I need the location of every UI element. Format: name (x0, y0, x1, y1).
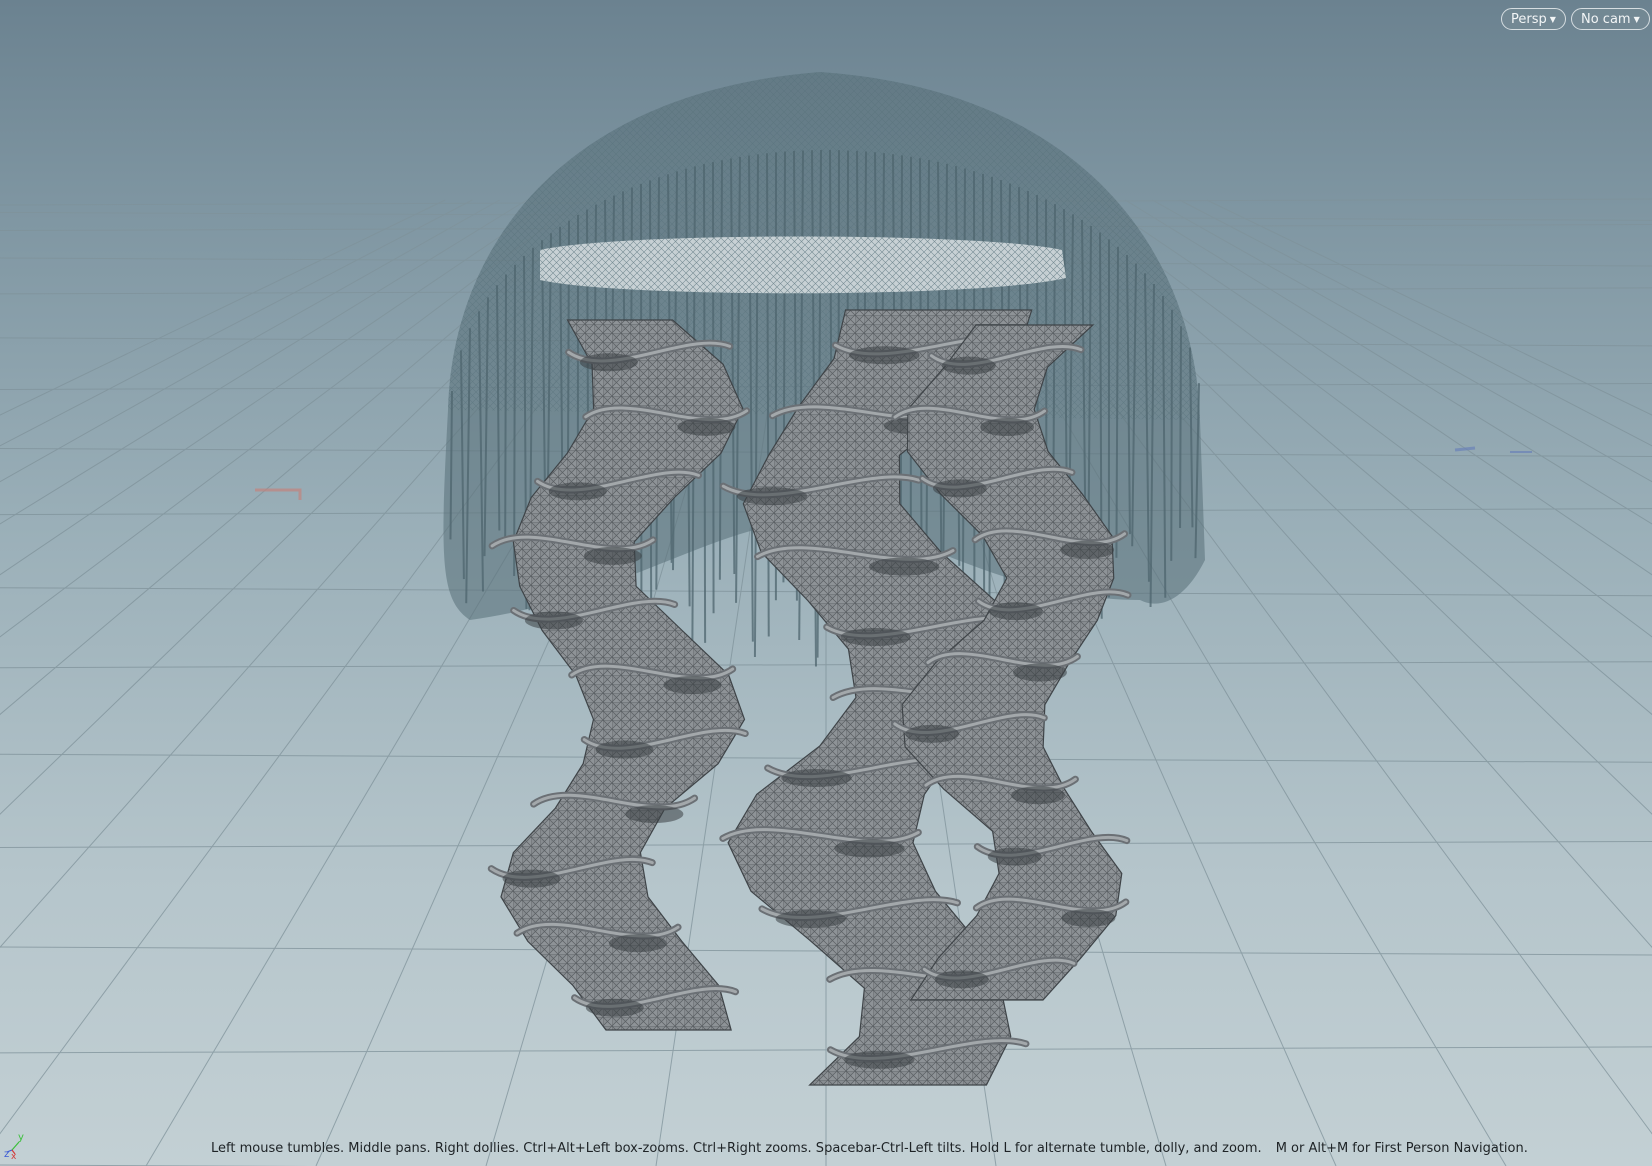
arm-fold-shadow (1061, 908, 1116, 927)
arm-fold-shadow (663, 676, 722, 694)
arm-fold-shadow (987, 847, 1042, 866)
bell-strand (504, 274, 507, 540)
arm-fold-shadow (941, 356, 996, 375)
camera-select-label: No cam (1581, 12, 1631, 27)
arm-fold-shadow (775, 909, 847, 928)
arm-fold-shadow (834, 839, 905, 858)
viewport-status-bar: Left mouse tumbles. Middle pans. Right d… (211, 1139, 1528, 1159)
axis-z-label: z (4, 1149, 9, 1160)
arm-fold-shadow (608, 934, 667, 953)
grid-line (0, 199, 446, 416)
arm-fold-shadow (840, 628, 911, 647)
arm-fold-shadow (844, 1050, 915, 1069)
arm-fold-shadow (868, 557, 940, 576)
first-person-hint-text: M or Alt+M for First Person Navigation. (1275, 1141, 1528, 1156)
bell-strand (513, 264, 516, 576)
arm-fold-shadow (524, 611, 583, 630)
view-perspective-label: Persp (1511, 12, 1547, 27)
camera-select-button[interactable]: No cam ▼ (1571, 8, 1650, 30)
grid-line (0, 199, 500, 483)
arm-fold-shadow (583, 546, 642, 565)
arm-fold-shadow (585, 998, 644, 1017)
view-perspective-button[interactable]: Persp ▼ (1501, 8, 1566, 30)
axis-x-label: x (11, 1152, 17, 1160)
arm-fold-shadow (988, 602, 1043, 621)
arm-fold-shadow (781, 768, 852, 787)
arm-fold-shadow (625, 805, 684, 824)
bell-strand (1179, 326, 1182, 529)
arm-fold-shadow (1011, 786, 1065, 805)
chevron-down-icon: ▼ (1633, 15, 1640, 24)
arm-fold-shadow (548, 482, 607, 501)
arm-fold-shadow (849, 346, 920, 365)
arm-fold-shadow (736, 487, 808, 506)
arm-fold-shadow (677, 417, 736, 436)
arm-fold-shadow (1013, 663, 1067, 682)
grid-line (0, 199, 473, 447)
axis-gizmo-icon: y z x (4, 1132, 24, 1160)
arm-fold-shadow (1060, 540, 1115, 559)
arm-fold-shadow (905, 724, 960, 743)
chevron-down-icon: ▼ (1549, 15, 1556, 24)
axis-y-label: y (18, 1132, 24, 1143)
arm-fold-shadow (932, 479, 987, 498)
grid-line (0, 199, 528, 525)
arm-fold-shadow (579, 353, 638, 372)
arm-fold-shadow (595, 740, 654, 759)
navigation-hint-text: Left mouse tumbles. Middle pans. Right d… (211, 1141, 1262, 1156)
jellyfish-oral-arms (487, 309, 1132, 1086)
arm-fold-shadow (980, 418, 1035, 437)
3d-viewport[interactable]: Persp ▼ No cam ▼ Left mouse tumbles. Middl… (0, 0, 1652, 1166)
scene-canvas[interactable] (0, 0, 1652, 1166)
bell-strand (1170, 309, 1173, 561)
arm-fold-shadow (502, 869, 561, 888)
arm-fold-shadow (934, 970, 989, 989)
